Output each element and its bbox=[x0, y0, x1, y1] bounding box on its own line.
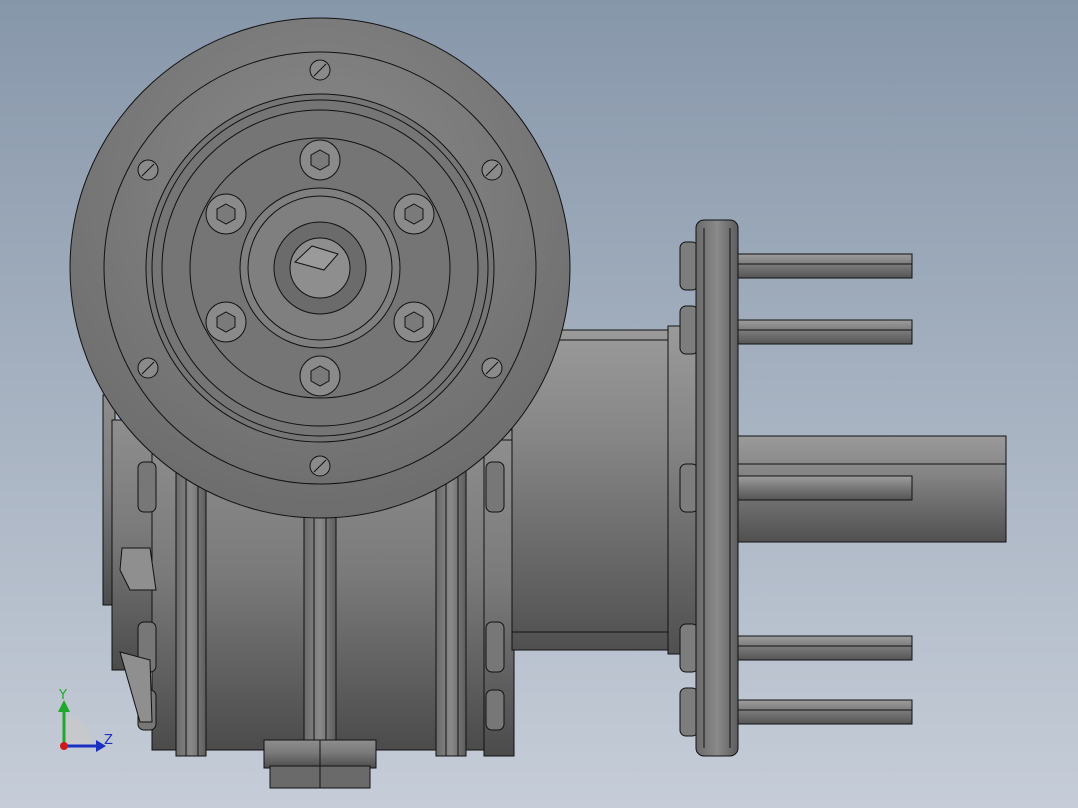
rim-screw bbox=[481, 159, 503, 181]
flange-bolt-head bbox=[485, 689, 505, 731]
stud-nut bbox=[679, 623, 699, 673]
stud-rod bbox=[735, 253, 913, 279]
hex-socket-bolt bbox=[299, 355, 341, 397]
housing-rib-right bbox=[435, 469, 467, 757]
x-axis-origin bbox=[60, 742, 68, 750]
stud-nut bbox=[679, 687, 699, 737]
hex-socket-bolt bbox=[205, 301, 247, 343]
flange-bolt-head bbox=[485, 461, 505, 513]
stud-rod bbox=[735, 475, 913, 501]
gearbox-model[interactable]: Y Z bbox=[0, 0, 1078, 808]
rim-screw bbox=[137, 357, 159, 379]
housing-rib-center bbox=[303, 499, 337, 757]
stud-rod bbox=[735, 319, 913, 345]
stud-nut bbox=[679, 241, 699, 291]
side-bracket bbox=[119, 651, 153, 723]
mounting-flange[interactable] bbox=[679, 219, 1007, 757]
housing-rib-left bbox=[175, 469, 207, 757]
stud-nut bbox=[679, 305, 699, 355]
stud-rod bbox=[735, 635, 913, 661]
hex-socket-bolt bbox=[205, 193, 247, 235]
stud-nut bbox=[679, 463, 699, 513]
rim-screw bbox=[309, 455, 331, 477]
z-axis-label: Z bbox=[104, 733, 113, 748]
cad-graphics-viewport[interactable]: Y Z bbox=[0, 0, 1078, 808]
rim-screw bbox=[481, 357, 503, 379]
y-axis-label: Y bbox=[58, 688, 67, 703]
triad-quadrant bbox=[64, 716, 94, 746]
rim-screw bbox=[137, 159, 159, 181]
rim-screw bbox=[309, 59, 331, 81]
hex-socket-bolt bbox=[299, 139, 341, 181]
stud-rod bbox=[735, 699, 913, 725]
front-cover-disc[interactable] bbox=[69, 17, 571, 519]
orientation-triad: Y Z bbox=[58, 688, 113, 752]
hex-socket-bolt bbox=[393, 301, 435, 343]
flange-plate bbox=[695, 219, 739, 757]
hex-socket-bolt bbox=[393, 193, 435, 235]
flange-bolt-head bbox=[485, 621, 505, 673]
flange-bolt-head bbox=[137, 461, 157, 513]
